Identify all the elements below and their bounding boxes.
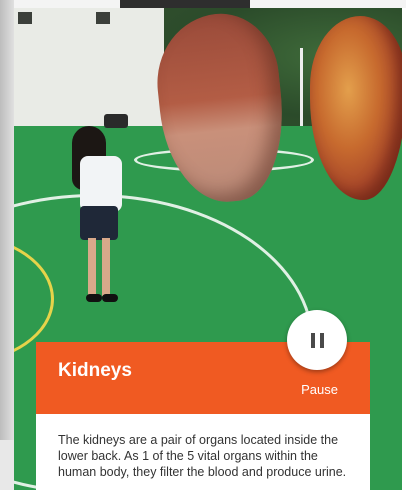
panel-title: Kidneys bbox=[58, 360, 132, 381]
pause-icon bbox=[308, 332, 326, 348]
student-figure bbox=[88, 238, 96, 296]
student-figure bbox=[102, 238, 110, 296]
school-building bbox=[14, 8, 174, 136]
pause-icon-bar bbox=[310, 332, 315, 348]
goal-post bbox=[300, 48, 303, 128]
student-device bbox=[104, 114, 128, 128]
student-figure bbox=[80, 156, 122, 212]
student-figure bbox=[80, 206, 118, 240]
ar-screen: Kidneys Pause The kidneys are a pair of … bbox=[0, 0, 406, 490]
edge-shadow bbox=[0, 0, 14, 440]
building-window bbox=[18, 12, 32, 24]
student-figure bbox=[86, 294, 102, 302]
pause-label: Pause bbox=[301, 382, 338, 397]
pause-button[interactable] bbox=[287, 310, 347, 370]
edge-sliver bbox=[0, 0, 14, 490]
info-panel-body: The kidneys are a pair of organs located… bbox=[36, 414, 370, 490]
building-window bbox=[96, 12, 110, 24]
panel-description: The kidneys are a pair of organs located… bbox=[58, 433, 347, 479]
pause-icon-bar bbox=[319, 332, 324, 348]
student-figure bbox=[102, 294, 118, 302]
